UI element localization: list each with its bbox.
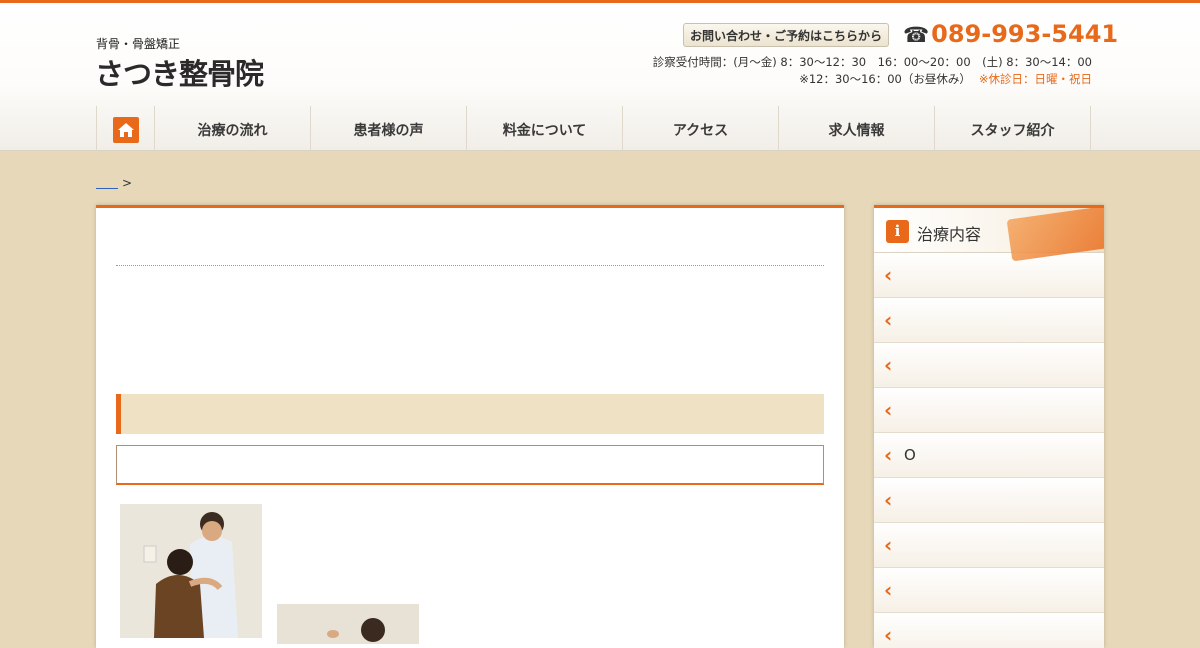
- nav-home[interactable]: [97, 106, 155, 153]
- sidebar-item[interactable]: ‹: [874, 298, 1104, 343]
- nav-item-fees[interactable]: 料金について: [467, 106, 623, 153]
- lunch-break-text: ※12：30〜16：00（お昼休み）: [799, 72, 971, 86]
- breadcrumb-separator: >: [122, 176, 133, 190]
- nav-item-recruit[interactable]: 求人情報: [779, 106, 935, 153]
- sidebar-header-card-image: [1006, 208, 1104, 262]
- sidebar-item[interactable]: ‹: [874, 253, 1104, 298]
- nav-item-flow[interactable]: 治療の流れ: [155, 106, 311, 153]
- section-heading-bar: [116, 394, 824, 434]
- chevron-left-icon: ‹: [884, 488, 893, 512]
- contact-button[interactable]: お問い合わせ・ご予約はこちらから: [683, 23, 889, 47]
- chevron-left-icon: ‹: [884, 578, 893, 602]
- section-subheading-box: [116, 445, 824, 485]
- chevron-left-icon: ‹: [884, 353, 893, 377]
- site-logo[interactable]: さつき整骨院: [95, 51, 264, 93]
- sidebar-item[interactable]: ‹: [874, 478, 1104, 523]
- sidebar: i 治療内容 ‹ ‹ ‹ ‹ ‹ O ‹ ‹ ‹ ‹: [874, 205, 1104, 648]
- main-content: [96, 205, 844, 648]
- chevron-left-icon: ‹: [884, 623, 893, 647]
- info-icon: i: [886, 220, 909, 243]
- site-tagline: 背骨・骨盤矯正: [96, 37, 181, 51]
- closed-days: ※休診日：日曜・祝日: [978, 72, 1092, 86]
- sidebar-item-label: O: [904, 446, 916, 464]
- chevron-left-icon: ‹: [884, 443, 893, 467]
- nav-item-staff[interactable]: スタッフ紹介: [935, 106, 1091, 153]
- sidebar-header: i 治療内容: [874, 208, 1104, 262]
- breadcrumb-home-link[interactable]: [96, 178, 118, 189]
- nav-item-voices[interactable]: 患者様の声: [311, 106, 467, 153]
- treatment-photo-2: [277, 604, 419, 644]
- lunch-break-hours: ※12：30〜16：00（お昼休み） ※休診日：日曜・祝日: [799, 71, 1092, 87]
- sidebar-item[interactable]: ‹: [874, 568, 1104, 613]
- nav-item-access[interactable]: アクセス: [623, 106, 779, 153]
- sidebar-item[interactable]: ‹: [874, 523, 1104, 568]
- phone-number[interactable]: ☎089-993-5441: [903, 20, 1118, 48]
- site-header: 背骨・骨盤矯正 さつき整骨院 お問い合わせ・ご予約はこちらから ☎089-993…: [0, 3, 1200, 153]
- chevron-left-icon: ‹: [884, 398, 893, 422]
- chevron-left-icon: ‹: [884, 308, 893, 332]
- sidebar-title: 治療内容: [917, 225, 982, 244]
- chevron-left-icon: ‹: [884, 263, 893, 287]
- chevron-left-icon: ‹: [884, 533, 893, 557]
- sidebar-item[interactable]: ‹: [874, 343, 1104, 388]
- treatment-photo-1: [120, 504, 262, 638]
- reception-hours: 診察受付時間：(月〜金) 8：30〜12：30 16：00〜20：00 (土) …: [652, 55, 1092, 69]
- phone-number-text: 089-993-5441: [931, 20, 1119, 48]
- dotted-divider: [116, 265, 824, 266]
- main-navigation: 治療の流れ 患者様の声 料金について アクセス 求人情報 スタッフ紹介: [96, 106, 1092, 153]
- home-icon: [112, 116, 139, 143]
- telephone-icon: ☎: [903, 23, 930, 47]
- sidebar-item[interactable]: ‹: [874, 388, 1104, 433]
- sidebar-item[interactable]: ‹ O: [874, 433, 1104, 478]
- breadcrumb: >: [96, 176, 132, 190]
- sidebar-item[interactable]: ‹: [874, 613, 1104, 648]
